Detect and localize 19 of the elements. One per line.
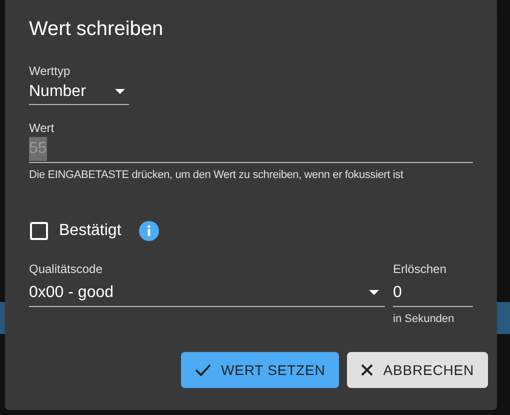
dropdown-caret-icon — [115, 89, 125, 94]
close-icon — [361, 364, 374, 376]
checkbox-label: Bestätigt — [59, 221, 122, 241]
info-icon[interactable] — [139, 221, 160, 241]
field-label: Werttyp — [29, 64, 72, 78]
cancel-button[interactable]: ABBRECHEN — [347, 352, 488, 388]
field-label: Erlöschen — [393, 262, 448, 276]
field-label: Qualitätscode — [29, 262, 104, 276]
checkmark-icon — [195, 364, 212, 376]
helper-text: in Sekunden — [393, 312, 456, 326]
field-label: Wert — [29, 121, 56, 135]
expire-input[interactable]: 0 — [393, 279, 473, 307]
quality-code-select[interactable]: 0x00 - good — [29, 279, 385, 307]
dialog-title: Wert schreiben — [29, 17, 164, 42]
helper-text: Die EINGABETASTE drücken, um den Wert zu schreiben, wenn er fokussiert ist — [29, 168, 404, 182]
value-type-select[interactable]: Number — [29, 79, 129, 105]
set-value-button[interactable]: WERT SETZEN — [181, 352, 340, 388]
dropdown-caret-icon — [369, 290, 379, 295]
confirmed-checkbox[interactable] — [30, 222, 48, 240]
